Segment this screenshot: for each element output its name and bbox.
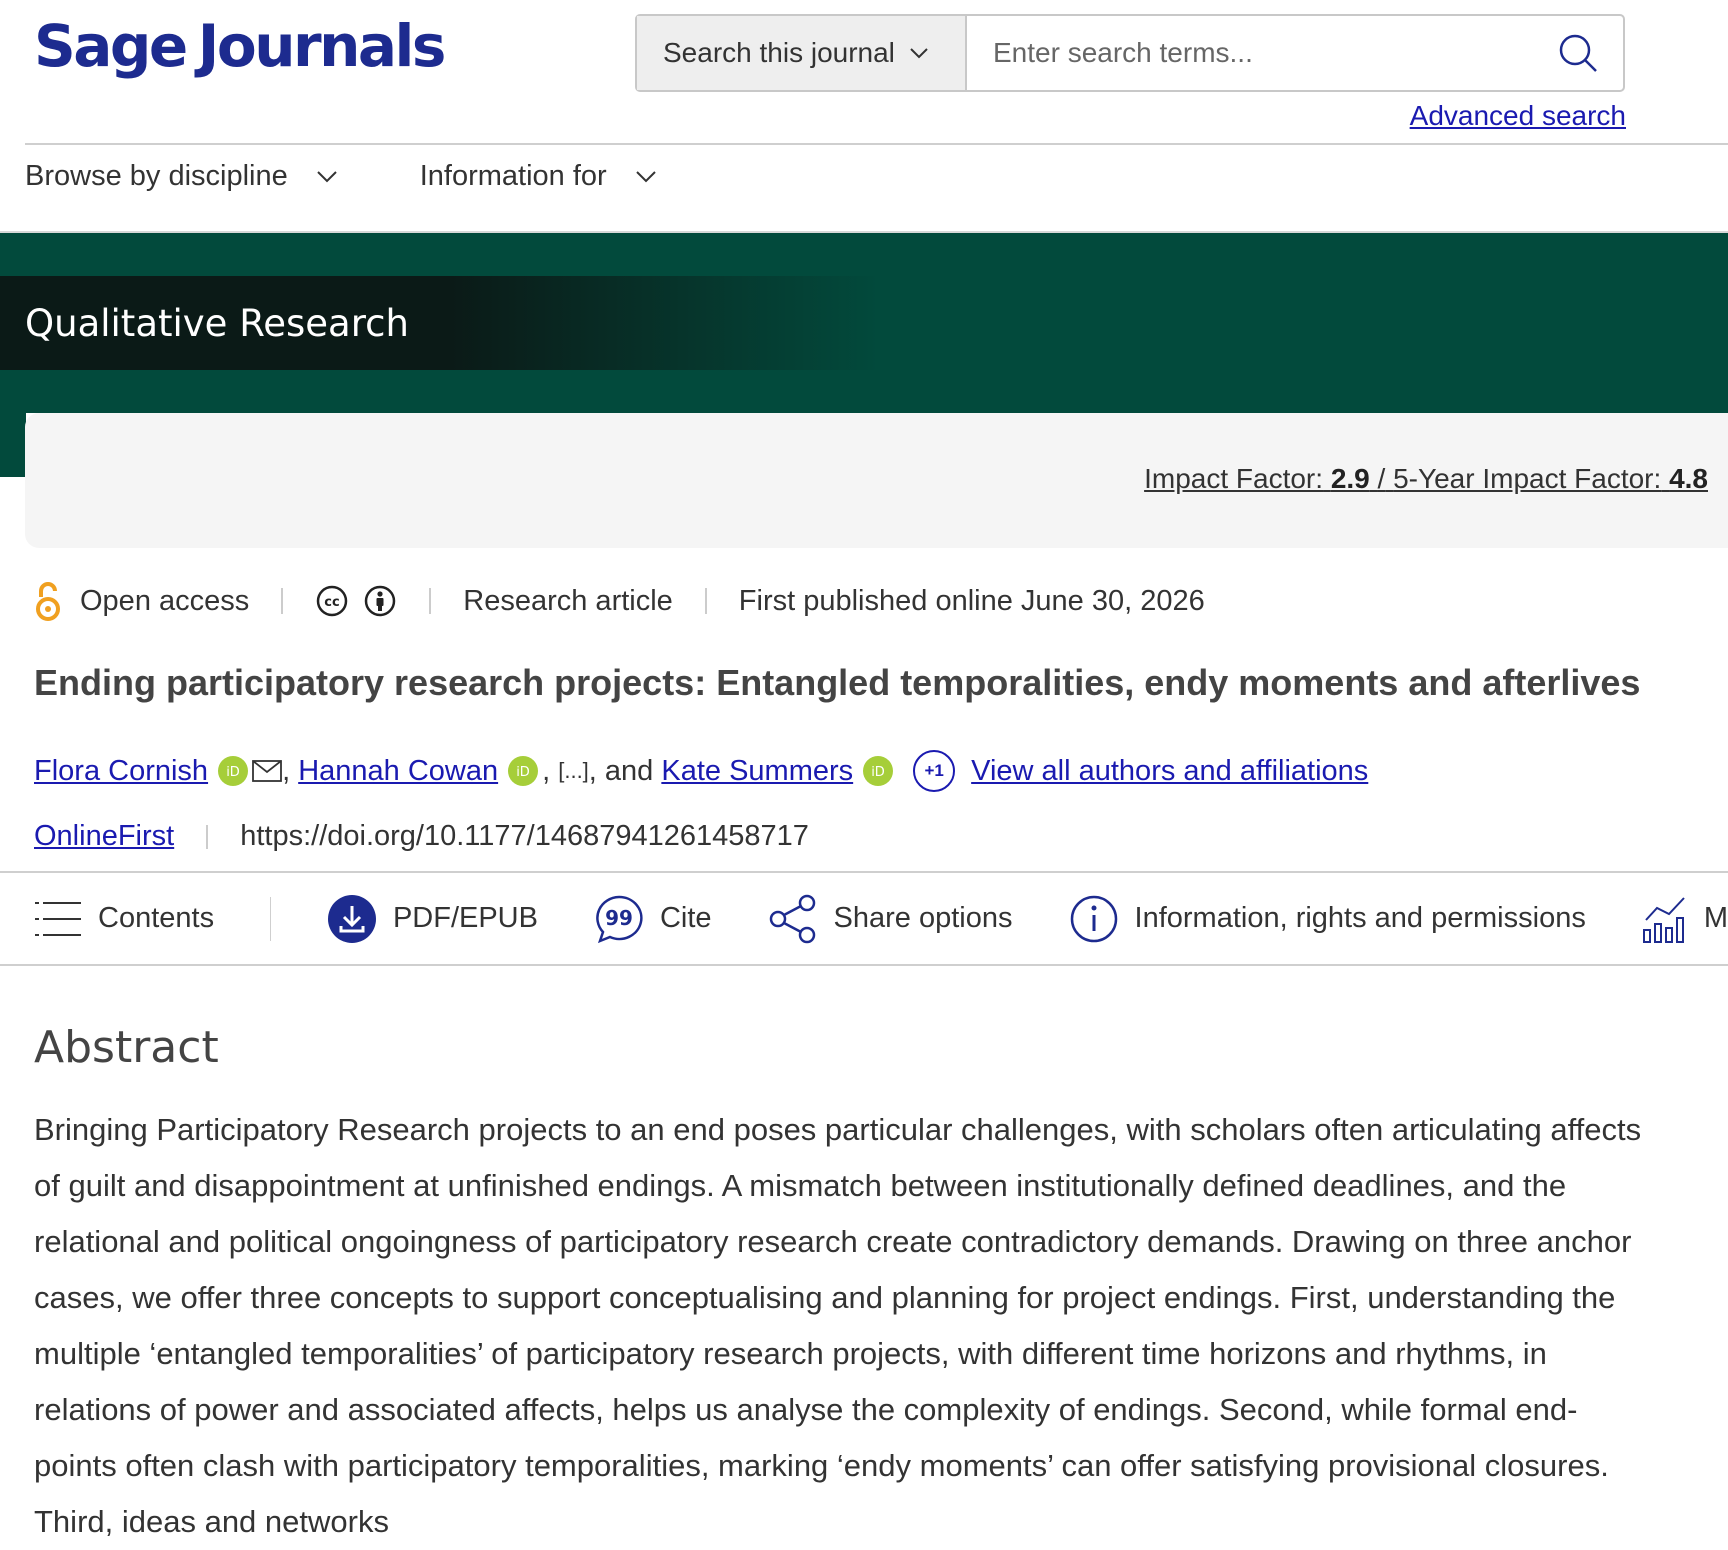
author-separator: , [542, 754, 551, 787]
info-icon [1069, 894, 1135, 944]
hidden-authors-ellipsis[interactable]: [...] [558, 758, 589, 784]
license-icons[interactable]: cc [315, 584, 397, 618]
abstract-text: Bringing Participatory Research projects… [34, 1112, 1642, 1539]
nav-browse-by-discipline[interactable]: Browse by discipline [25, 160, 338, 193]
share-options-button[interactable]: Share options [768, 894, 1013, 944]
cite-label: Cite [659, 902, 712, 934]
meta-separator [206, 824, 209, 849]
orcid-icon[interactable]: iD [218, 756, 249, 786]
nav-item-label: Browse by discipline [25, 160, 288, 192]
open-access-label: Open access [80, 584, 250, 617]
svg-text:iD: iD [516, 765, 530, 780]
email-icon[interactable] [252, 760, 282, 782]
information-rights-label: Information, rights and permissions [1134, 902, 1586, 934]
nav-information-for[interactable]: Information for [420, 160, 657, 193]
search-scope-dropdown[interactable]: Search this journal [637, 16, 967, 90]
advanced-search-link[interactable]: Advanced search [1410, 100, 1626, 132]
cite-button[interactable]: 99 Cite [594, 894, 712, 944]
logo-word-sage: Sage [34, 12, 188, 80]
svg-text:iD: iD [226, 765, 240, 780]
metrics-chart-icon [1642, 894, 1704, 944]
search-icon [1556, 31, 1600, 75]
search-bar: Search this journal [635, 14, 1625, 92]
svg-text:iD: iD [871, 765, 885, 780]
author-link[interactable]: Hannah Cowan [298, 755, 498, 788]
toolbar-separator [270, 896, 271, 941]
metrics-button[interactable]: M [1642, 894, 1728, 944]
contents-button[interactable]: Contents [34, 899, 214, 939]
meta-separator [429, 588, 432, 614]
attribution-icon [363, 584, 397, 618]
impact-factor-label: Impact Factor: [1144, 463, 1324, 494]
chevron-down-icon [316, 170, 338, 183]
download-icon [327, 894, 393, 944]
nav-item-label: Information for [419, 160, 607, 192]
article-toolbar: Contents PDF/EPUB 99 Cite Share options … [0, 871, 1728, 966]
more-authors-badge[interactable]: +1 [913, 750, 956, 792]
doi-row: OnlineFirst https://doi.org/10.1177/1468… [34, 820, 809, 853]
logo-word-journals: Journals [197, 12, 447, 80]
search-input[interactable] [967, 16, 1533, 90]
open-access-icon [34, 580, 62, 622]
main-nav: Browse by discipline Information for [25, 160, 657, 193]
publication-date: First published online June 30, 2026 [738, 584, 1205, 617]
article-meta-row: Open access cc Research article First pu… [34, 580, 1205, 622]
search-button[interactable] [1533, 16, 1623, 90]
quote-bubble-icon: 99 [594, 894, 660, 944]
share-options-label: Share options [833, 902, 1013, 934]
author-separator: , [282, 754, 291, 787]
impact-factor-link[interactable]: Impact Factor: 2.9 / 5-Year Impact Facto… [1144, 463, 1708, 495]
banner-edge [0, 413, 26, 477]
pdf-epub-button[interactable]: PDF/EPUB [327, 894, 538, 944]
meta-separator [281, 588, 284, 614]
search-scope-label: Search this journal [663, 37, 895, 68]
meta-separator [704, 588, 707, 614]
online-first-link[interactable]: OnlineFirst [34, 820, 174, 853]
orcid-icon[interactable]: iD [508, 756, 539, 786]
orcid-icon[interactable]: iD [863, 756, 894, 786]
menu-icon [34, 899, 98, 939]
information-rights-button[interactable]: Information, rights and permissions [1069, 894, 1586, 944]
share-icon [768, 894, 834, 944]
sage-journals-logo[interactable]: Sage Journals [34, 12, 447, 80]
doi-text[interactable]: https://doi.org/10.1177/1468794126145871… [240, 820, 809, 853]
header-divider [25, 143, 1728, 145]
abstract-heading: Abstract [34, 1022, 219, 1073]
metrics-label: M [1703, 902, 1728, 934]
svg-text:99: 99 [605, 906, 633, 930]
view-all-authors-link[interactable]: View all authors and affiliations [971, 755, 1368, 788]
five-year-impact-label: 5-Year Impact Factor: [1393, 463, 1662, 494]
article-type: Research article [463, 584, 673, 617]
author-list: Flora Cornish iD , Hannah Cowan iD , [..… [34, 750, 1368, 792]
impact-separator: / [1377, 463, 1386, 494]
chevron-down-icon [909, 47, 929, 59]
contents-label: Contents [98, 902, 215, 934]
article-title: Ending participatory research projects: … [34, 662, 1641, 703]
creative-commons-icon: cc [315, 584, 349, 618]
svg-text:cc: cc [325, 595, 340, 610]
pdf-epub-label: PDF/EPUB [392, 902, 538, 934]
author-conjunction: , and [588, 754, 654, 787]
impact-factor-value: 2.9 [1330, 463, 1370, 494]
journal-title[interactable]: Qualitative Research [25, 302, 409, 345]
author-link[interactable]: Kate Summers [661, 755, 853, 788]
five-year-impact-value: 4.8 [1669, 463, 1708, 494]
chevron-down-icon [635, 170, 657, 183]
author-link[interactable]: Flora Cornish [34, 755, 208, 788]
